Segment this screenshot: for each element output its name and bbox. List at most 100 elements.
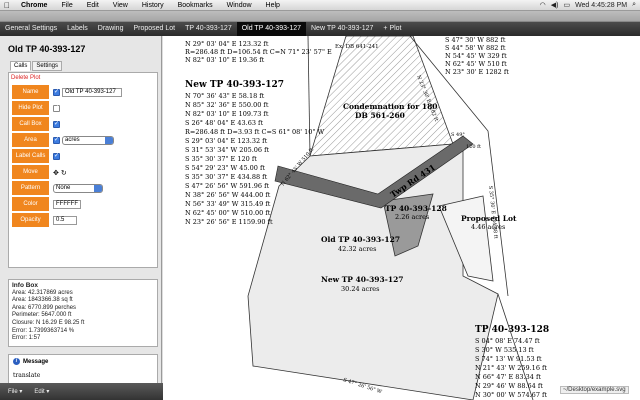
new-tp-label: New TP 40-393-127 <box>321 275 404 284</box>
new-call: S 31° 53' 34" W 205.06 ft <box>185 146 270 154</box>
tab-general-settings[interactable]: General Settings <box>0 22 62 36</box>
info-line: Error: 1.7399363714 % <box>12 327 75 334</box>
delete-plot-link[interactable]: Delete Plot <box>11 75 40 81</box>
plot-title: Old TP 40-393-127 <box>8 44 86 54</box>
info-icon: i <box>13 358 20 365</box>
plot-sidebar: Old TP 40-393-127 Calls Settings Delete … <box>0 36 162 400</box>
new-call: S 35° 30' 37" E 434.88 ft <box>185 173 268 181</box>
message-title: Message <box>23 358 49 365</box>
edge-label: S 49° <box>451 132 465 138</box>
menu-app-name[interactable]: Chrome <box>14 2 54 9</box>
proposed-lot-area: 4.46 acres <box>471 223 505 231</box>
tab-proposed-lot[interactable]: Proposed Lot <box>128 22 180 36</box>
message-text: translate <box>13 372 41 379</box>
edit-menu-button[interactable]: Edit ▾ <box>34 388 49 395</box>
row-call-box: Call Box <box>12 117 156 132</box>
new-tp-title: New TP 40-393-127 <box>185 80 284 90</box>
new-call: N 62° 45' 00" W 510.00 ft <box>185 209 271 217</box>
browser-chrome <box>0 11 640 22</box>
tp128-call: S 04° 08' E 74.47 ft <box>475 337 540 345</box>
volume-icon[interactable]: ◀) <box>551 1 559 9</box>
new-call: S 26° 48' 04" E 43.63 ft <box>185 119 263 127</box>
right-call: N 54° 45' W 329 ft <box>445 52 507 60</box>
menu-edit[interactable]: Edit <box>80 2 106 9</box>
new-call: N 56° 33' 49" W 315.49 ft <box>185 200 271 208</box>
top-call: N 82° 03' 10" E 19.36 ft <box>185 56 265 64</box>
subtab-settings[interactable]: Settings <box>32 61 63 71</box>
new-call: N 23° 26' 56" E 1159.90 ft <box>185 218 273 226</box>
file-menu-button[interactable]: File ▾ <box>8 388 22 395</box>
menu-help[interactable]: Help <box>259 2 287 9</box>
pattern-select[interactable]: None <box>53 184 103 193</box>
subtab-calls[interactable]: Calls <box>10 61 32 71</box>
row-opacity: Opacity 0.5 <box>12 213 156 228</box>
call-box-checkbox[interactable] <box>53 120 60 128</box>
new-call: S 47° 26' 56" W 591.96 ft <box>185 182 270 190</box>
new-call: N 85° 32' 36" E 550.00 ft <box>185 101 269 109</box>
right-top-calls: S 47° 30' W 882 ft S 44° 58' W 882 ft N … <box>445 36 509 76</box>
tab-labels[interactable]: Labels <box>62 22 93 36</box>
apple-icon[interactable]:  <box>0 1 14 10</box>
area-checkbox[interactable] <box>53 136 60 144</box>
info-line: Area: 1843366.38 sq ft <box>12 297 73 304</box>
system-menubar:  Chrome File Edit View History Bookmark… <box>0 0 640 11</box>
new-call: N 38° 26' 56" W 444.00 ft <box>185 191 271 199</box>
label-calls-checkbox[interactable] <box>53 152 60 160</box>
pattern-label: Pattern <box>12 181 49 196</box>
top-call: R=286.48 ft D=106.54 ft C=N 71° 23' 57" … <box>185 48 332 56</box>
color-input[interactable]: FFFFFF <box>53 200 81 209</box>
new-call: S 35° 30' 37" E 120 ft <box>185 155 257 163</box>
move-label: Move <box>12 165 49 180</box>
area-unit-select[interactable]: acres <box>62 136 114 145</box>
menubar-clock[interactable]: Wed 4:45:28 PM <box>575 2 627 9</box>
menu-history[interactable]: History <box>135 2 171 9</box>
new-call: R=286.48 ft D=3.93 ft C=S 61° 08' 10" W <box>185 128 324 136</box>
name-input[interactable]: Old TP 40-393-127 <box>62 88 122 97</box>
color-label: Color <box>12 197 49 212</box>
info-box: Info Box Area: 42.317869 acres Area: 184… <box>8 279 158 347</box>
drawing-canvas[interactable]: N 29° 03' 04" E 123.32 ft R=286.48 ft D=… <box>163 36 640 400</box>
tab-drawing[interactable]: Drawing <box>93 22 129 36</box>
tab-tp-40-393-127[interactable]: TP 40-393-127 <box>180 22 237 36</box>
menu-file[interactable]: File <box>54 2 79 9</box>
tp128-call: S 74° 13' W 91.53 ft <box>475 355 542 363</box>
right-call: N 62° 45' W 510 ft <box>445 60 507 68</box>
menu-bookmarks[interactable]: Bookmarks <box>171 2 220 9</box>
menu-view[interactable]: View <box>106 2 135 9</box>
tab-new-tp-40-393-127[interactable]: New TP 40-393-127 <box>306 22 378 36</box>
plot-drawing[interactable]: N 29° 03' 04" E 123.32 ft R=286.48 ft D=… <box>163 36 640 400</box>
tp128-call: N 66° 47' E 83.34 ft <box>475 373 541 381</box>
condemnation-label-1: Condemnation for 180 <box>343 102 438 111</box>
tp128-small-area: 2.26 acres <box>395 213 429 221</box>
right-call: S 47° 30' W 882 ft <box>445 36 506 44</box>
right-call: S 44° 58' W 882 ft <box>445 44 506 52</box>
add-plot-tab[interactable]: + Plot <box>378 22 406 36</box>
label-calls-label: Label Calls <box>12 149 49 164</box>
tp128-title: TP 40-393-128 <box>475 325 549 335</box>
info-line: Area: 6770.899 perches <box>12 304 77 311</box>
plot-tabbar: General Settings Labels Drawing Proposed… <box>0 22 640 36</box>
new-call: N 82° 03' 10" E 109.73 ft <box>185 110 269 118</box>
name-checkbox[interactable] <box>53 88 60 96</box>
menu-window[interactable]: Window <box>220 2 259 9</box>
opacity-input[interactable]: 0.5 <box>53 216 77 225</box>
wifi-icon[interactable]: ◠ <box>540 1 546 9</box>
hide-plot-checkbox[interactable] <box>53 104 60 112</box>
name-label: Name <box>12 85 49 100</box>
row-pattern: Pattern None <box>12 181 156 196</box>
new-tp-area: 30.24 acres <box>341 285 379 293</box>
rotate-icon[interactable]: ↻ <box>61 169 67 177</box>
row-area: Area acres <box>12 133 156 148</box>
info-line: Error: 1:57 <box>12 335 41 342</box>
tp128-small-label: TP 40-393-128 <box>385 204 447 213</box>
old-tp-area: 42.32 acres <box>338 245 376 253</box>
row-hide-plot: Hide Plot <box>12 101 156 116</box>
info-line: Perimeter: 5647.000 ft <box>12 312 72 319</box>
menubar-tray: ◠ ◀) ▭ Wed 4:45:28 PM ⌕ <box>540 1 640 9</box>
new-call: S 54° 29' 23" W 45.00 ft <box>185 164 265 172</box>
move-arrows-icon[interactable]: ✥ <box>53 169 59 177</box>
hide-plot-label: Hide Plot <box>12 101 49 116</box>
tab-old-tp-40-393-127[interactable]: Old TP 40-393-127 <box>236 22 306 36</box>
battery-icon[interactable]: ▭ <box>563 1 570 9</box>
spotlight-icon[interactable]: ⌕ <box>632 1 636 9</box>
